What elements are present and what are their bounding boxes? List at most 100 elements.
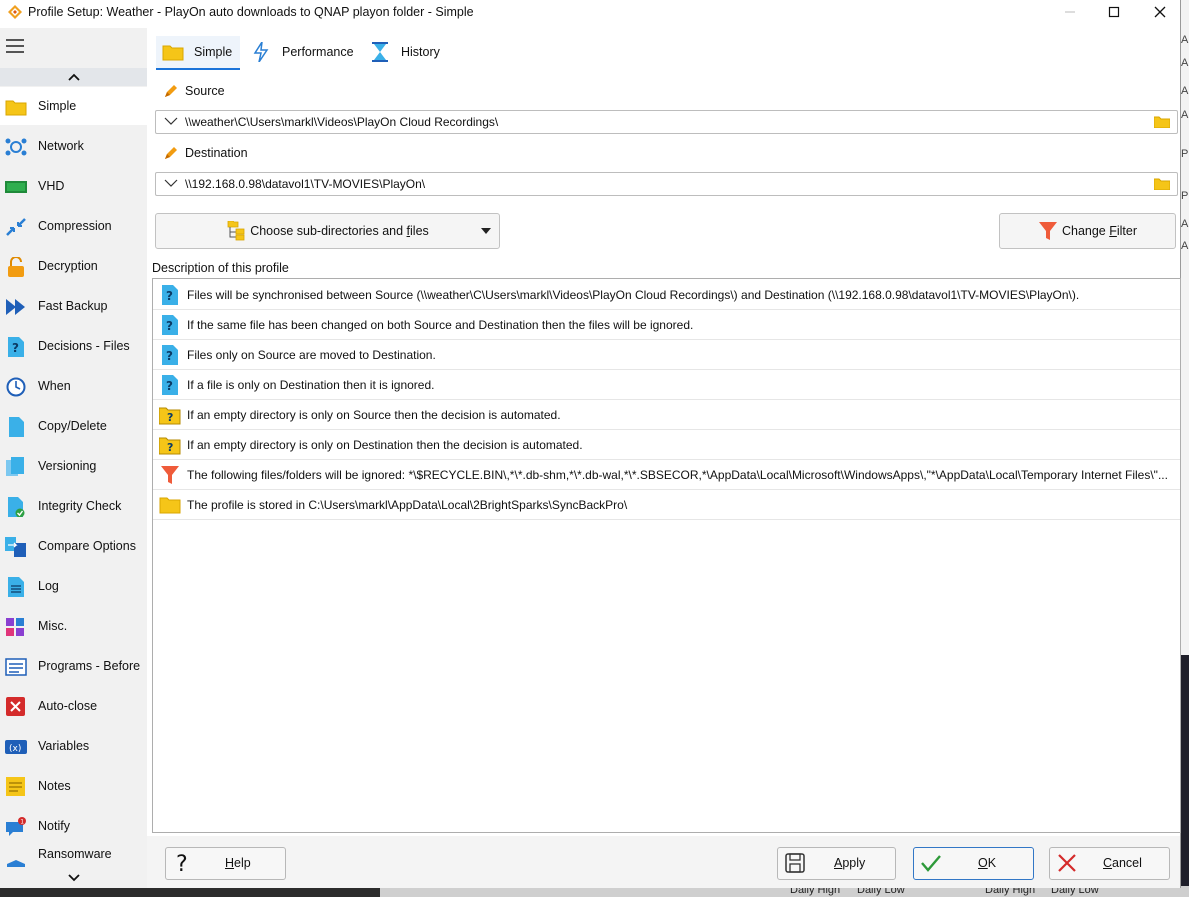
sidebar-item-decryption[interactable]: Decryption: [0, 247, 147, 285]
svg-text:?: ?: [167, 441, 173, 454]
cancel-label: Cancel: [1103, 856, 1142, 870]
dropdown-arrow-icon[interactable]: [481, 228, 491, 234]
sidebar-item-label: Simple: [38, 99, 77, 113]
sidebar-item-fast-backup[interactable]: Fast Backup: [0, 287, 147, 325]
folder-icon: [5, 100, 27, 116]
sidebar-item-integrity-check[interactable]: Integrity Check: [0, 487, 147, 525]
background-text: P: [1181, 190, 1189, 202]
hourglass-icon: [372, 42, 388, 62]
tab-history[interactable]: History: [368, 36, 458, 68]
sidebar-item-label: Ransomware: [38, 847, 112, 861]
lock-icon: [8, 257, 24, 277]
list-item[interactable]: ? Files will be synchronised between Sou…: [153, 280, 1180, 310]
chevron-down-icon: [67, 874, 80, 882]
tab-performance[interactable]: Performance: [250, 36, 360, 68]
background-text: A: [1181, 218, 1189, 230]
sidebar-item-auto-close[interactable]: Auto-close: [0, 687, 147, 725]
list-item[interactable]: The following files/folders will be igno…: [153, 460, 1180, 490]
sidebar-item-notes[interactable]: Notes: [0, 767, 147, 805]
question-document-icon: ?: [8, 337, 24, 357]
destination-path-value[interactable]: \\192.168.0.98\datavol1\TV-MOVIES\PlayOn…: [185, 177, 425, 191]
sidebar-item-vhd[interactable]: VHD: [0, 167, 147, 205]
list-item[interactable]: The profile is stored in C:\Users\markl\…: [153, 490, 1180, 520]
folder-icon: [159, 497, 181, 514]
source-path-combobox[interactable]: \\weather\C\Users\markl\Videos\PlayOn Cl…: [155, 110, 1178, 134]
sidebar-scroll-up-button[interactable]: [0, 68, 147, 86]
chevron-up-icon: [67, 73, 80, 81]
choose-subdirectories-button[interactable]: Choose sub-directories and files: [155, 213, 500, 249]
programs-icon: [5, 658, 27, 676]
list-item[interactable]: ? Files only on Source are moved to Dest…: [153, 340, 1180, 370]
ok-button[interactable]: OK: [913, 847, 1034, 880]
apply-label: Apply: [834, 856, 866, 870]
check-icon: [921, 855, 941, 872]
close-window-button[interactable]: [1137, 0, 1183, 24]
background-text: A: [1181, 109, 1189, 121]
cancel-button[interactable]: Cancel: [1049, 847, 1170, 880]
sidebar-item-label: VHD: [38, 179, 65, 193]
sidebar-item-ransomware[interactable]: Ransomware: [0, 847, 147, 867]
sidebar-item-copy-delete[interactable]: Copy/Delete: [0, 407, 147, 445]
compression-icon: [6, 218, 26, 236]
background-text: A: [1181, 34, 1189, 46]
sidebar-item-variables[interactable]: (x) Variables: [0, 727, 147, 765]
svg-text:?: ?: [166, 319, 173, 333]
change-filter-button[interactable]: Change Filter: [999, 213, 1176, 249]
integrity-check-icon: [8, 497, 25, 517]
list-item[interactable]: ? If an empty directory is only on Sourc…: [153, 400, 1180, 430]
svg-text:?: ?: [176, 852, 188, 874]
sidebar-item-programs-before[interactable]: Programs - Before: [0, 647, 147, 685]
sidebar-item-compression[interactable]: Compression: [0, 207, 147, 245]
ransomware-icon: [7, 860, 25, 867]
sidebar-item-when[interactable]: When: [0, 367, 147, 405]
source-path-value[interactable]: \\weather\C\Users\markl\Videos\PlayOn Cl…: [185, 115, 498, 129]
sidebar-item-label: Fast Backup: [38, 299, 108, 313]
destination-path-combobox[interactable]: \\192.168.0.98\datavol1\TV-MOVIES\PlayOn…: [155, 172, 1178, 196]
list-item[interactable]: ? If the same file has been changed on b…: [153, 310, 1180, 340]
sidebar-item-label: Log: [38, 579, 59, 593]
list-item[interactable]: ? If a file is only on Destination then …: [153, 370, 1180, 400]
tab-label: History: [401, 45, 440, 59]
hamburger-menu-icon[interactable]: [6, 39, 24, 53]
background-text: A: [1181, 57, 1189, 69]
notes-icon: [6, 777, 25, 796]
apply-button[interactable]: Apply: [777, 847, 896, 880]
help-label: Help: [225, 856, 251, 870]
description-text: Files only on Source are moved to Destin…: [187, 348, 436, 362]
chevron-down-icon[interactable]: [164, 116, 178, 126]
clock-icon: [6, 377, 26, 397]
sidebar-item-log[interactable]: Log: [0, 567, 147, 605]
sidebar-item-simple[interactable]: Simple: [0, 87, 147, 125]
svg-text:?: ?: [166, 379, 173, 393]
maximize-button[interactable]: [1091, 0, 1137, 24]
sidebar-item-compare-options[interactable]: Compare Options: [0, 527, 147, 565]
chevron-down-icon[interactable]: [164, 178, 178, 188]
background-text: A: [1181, 240, 1189, 252]
info-question-icon: ?: [162, 285, 178, 305]
sidebar-item-label: Versioning: [38, 459, 97, 473]
list-item[interactable]: ? If an empty directory is only on Desti…: [153, 430, 1180, 460]
minimize-button[interactable]: [1047, 0, 1093, 24]
sidebar-item-versioning[interactable]: Versioning: [0, 447, 147, 485]
sidebar-item-decisions-files[interactable]: ? Decisions - Files: [0, 327, 147, 365]
profile-setup-window: Profile Setup: Weather - PlayOn auto dow…: [0, 0, 1181, 888]
sidebar: Simple Network VHD Compression Decryptio…: [0, 28, 147, 888]
sidebar-scroll-down-button[interactable]: [0, 869, 147, 887]
source-label: Source: [185, 84, 225, 98]
help-button[interactable]: ? Help: [165, 847, 286, 880]
versions-icon: [6, 457, 24, 476]
title-bar[interactable]: Profile Setup: Weather - PlayOn auto dow…: [0, 0, 1180, 24]
sidebar-item-network[interactable]: Network: [0, 127, 147, 165]
browse-folder-icon[interactable]: [1154, 115, 1170, 128]
browse-folder-icon[interactable]: [1154, 177, 1170, 190]
minimize-icon: [1065, 11, 1075, 13]
sidebar-item-notify[interactable]: 1 Notify: [0, 807, 147, 845]
help-question-icon: ?: [176, 852, 188, 874]
tab-simple[interactable]: Simple: [156, 36, 240, 70]
folder-question-icon: ?: [159, 437, 181, 455]
misc-icon: [6, 618, 24, 636]
close-icon: [1154, 6, 1166, 18]
sidebar-item-label: Decisions - Files: [38, 339, 130, 353]
sidebar-item-misc[interactable]: Misc.: [0, 607, 147, 645]
description-text: If an empty directory is only on Source …: [187, 408, 561, 422]
